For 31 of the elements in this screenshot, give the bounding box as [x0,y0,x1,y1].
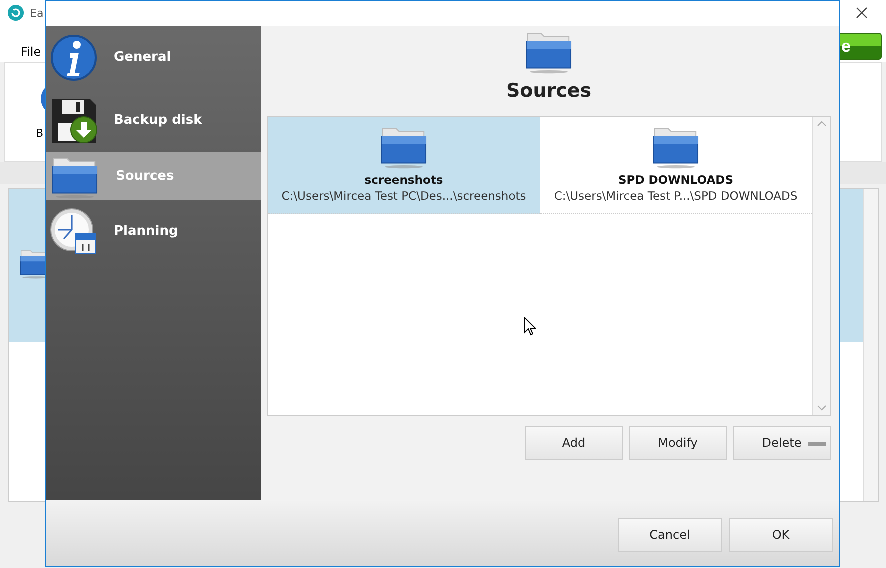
close-icon[interactable] [856,7,868,19]
clock-calendar-icon [50,208,98,256]
app-logo-icon [8,5,24,21]
sidebar-label: General [114,50,172,65]
page-heading: Sources [506,80,592,102]
source-path: C:\Users\Mircea Test PC\Des...\screenshots [282,189,526,203]
source-item[interactable]: SPD DOWNLOADS C:\Users\Mircea Test P...\SPD DOWNLOADS [540,117,812,214]
dialog-button[interactable]: OK [729,518,833,552]
sidebar-label: Backup disk [114,113,202,128]
source-path: C:\Users\Mircea Test P...\SPD DOWNLOADS [554,189,798,203]
scrollbar[interactable] [812,117,830,415]
scrollbar[interactable] [863,189,878,501]
source-item[interactable]: screenshots C:\Users\Mircea Test PC\Des...\screenshots [268,117,540,214]
mouse-cursor-icon [524,317,536,336]
action-button[interactable]: Add [525,426,623,460]
sidebar-label: Planning [114,224,178,239]
sidebar-label: Sources [116,168,174,184]
action-button[interactable]: Modify [629,426,727,460]
scroll-down-icon[interactable] [816,405,826,411]
source-name: SPD DOWNLOADS [618,173,734,187]
scroll-up-icon[interactable] [816,121,826,127]
sidebar-item[interactable]: Planning [46,200,261,263]
sidebar-item[interactable]: General [46,26,261,89]
menu-item[interactable]: File [21,45,42,59]
source-name: screenshots [364,173,444,187]
dialog-button[interactable]: Cancel [618,518,722,552]
window-title: Ea [30,6,44,20]
minus-icon [808,442,826,446]
action-button[interactable]: Delete [733,426,831,460]
sidebar-item[interactable]: Backup disk [46,89,261,152]
info-icon [50,34,98,82]
